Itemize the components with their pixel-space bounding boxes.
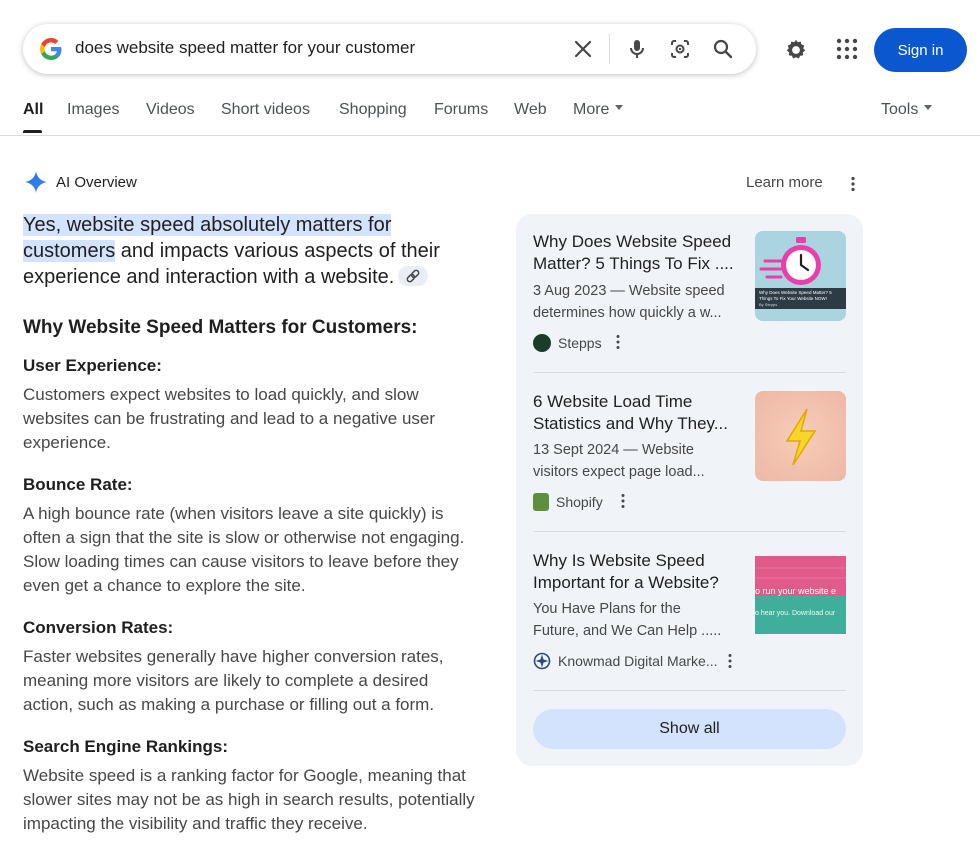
- snippet-line: 3 Aug 2023 — Website speed: [533, 283, 725, 299]
- section-heading: Why Website Speed Matters for Customers:: [23, 317, 418, 338]
- tab-images[interactable]: Images: [67, 101, 119, 119]
- microphone-icon[interactable]: [625, 37, 649, 61]
- ai-overview-title: AI Overview: [56, 174, 137, 191]
- tab-shopping[interactable]: Shopping: [339, 101, 407, 119]
- settings-gear-icon[interactable]: [783, 37, 809, 63]
- tab-web[interactable]: Web: [514, 101, 547, 119]
- search-box[interactable]: does website speed matter for your custo…: [23, 24, 756, 74]
- shopify-bag-icon: [533, 493, 549, 511]
- thumbnail-brand: By Stepps: [759, 302, 778, 307]
- more-options-icon[interactable]: [845, 176, 861, 192]
- tab-short-videos[interactable]: Short videos: [221, 101, 310, 119]
- point-title: Conversion Rates:: [23, 618, 174, 637]
- card-divider: [533, 372, 846, 373]
- card-divider: [533, 531, 846, 532]
- source-site-name: Stepps: [558, 335, 602, 351]
- source-site-row[interactable]: Stepps: [533, 333, 602, 353]
- tabs-divider: [0, 135, 980, 136]
- search-icon[interactable]: [711, 37, 735, 61]
- learn-more-link[interactable]: Learn more: [746, 174, 823, 191]
- source-snippet: 3 Aug 2023 — Website speed determines ho…: [533, 280, 743, 324]
- source-options-icon[interactable]: [615, 493, 631, 509]
- source-title-link[interactable]: 6 Website Load Time Statistics and Why T…: [533, 391, 743, 435]
- thumbnail-text: o hear you. Download our: [755, 610, 836, 617]
- snippet-line: visitors expect page load...: [533, 464, 705, 480]
- source-site-name: Shopify: [556, 494, 603, 510]
- link-icon: [406, 269, 420, 283]
- active-tab-indicator: [23, 130, 42, 133]
- clear-icon[interactable]: [571, 37, 595, 61]
- search-divider: [609, 34, 610, 64]
- snippet-line: 13 Sept 2024 — Website: [533, 442, 694, 458]
- snippet-line: determines how quickly a w...: [533, 305, 722, 321]
- point-text: Faster websites generally have higher co…: [23, 647, 444, 714]
- tools-label: Tools: [881, 101, 919, 118]
- source-snippet: You Have Plans for the Future, and We Ca…: [533, 598, 743, 642]
- source-options-icon[interactable]: [722, 653, 738, 669]
- caret-down-icon: [615, 105, 624, 111]
- snippet-line: You Have Plans for the: [533, 601, 681, 617]
- thumbnail-text: o run your website e: [755, 586, 837, 596]
- point-title: Search Engine Rankings:: [23, 737, 228, 756]
- source-thumbnail[interactable]: Why Does Website Speed Matter? 5 Things …: [755, 231, 846, 321]
- show-all-button[interactable]: Show all: [533, 709, 846, 749]
- card-divider: [533, 690, 846, 691]
- source-options-icon[interactable]: [610, 334, 626, 350]
- source-site-name: Knowmad Digital Marke...: [558, 653, 718, 669]
- tab-forums[interactable]: Forums: [434, 101, 488, 119]
- tab-more[interactable]: More: [573, 101, 624, 119]
- ai-sparkle-icon: [25, 171, 47, 193]
- source-snippet: 13 Sept 2024 — Website visitors expect p…: [533, 439, 743, 483]
- source-thumbnail[interactable]: o run your website e o hear you. Downloa…: [755, 556, 846, 634]
- source-thumbnail[interactable]: [755, 391, 846, 481]
- source-title-link[interactable]: Why Does Website Speed Matter? 5 Things …: [533, 231, 743, 275]
- search-input[interactable]: does website speed matter for your custo…: [75, 38, 415, 58]
- apps-grid-icon[interactable]: [835, 37, 859, 61]
- tab-more-label: More: [573, 101, 610, 118]
- source-title-link[interactable]: Why Is Website Speed Important for a Web…: [533, 550, 743, 594]
- knowmad-compass-icon: [533, 652, 551, 670]
- point-title: User Experience:: [23, 356, 162, 375]
- source-site-row[interactable]: Shopify: [533, 492, 603, 512]
- thumbnail-caption: Why Does Website Speed Matter? 5 Things …: [759, 290, 832, 301]
- tab-all[interactable]: All: [23, 101, 43, 119]
- tools-button[interactable]: Tools: [881, 101, 933, 119]
- point-text: Customers expect websites to load quickl…: [23, 385, 436, 452]
- google-logo-icon: [40, 37, 62, 60]
- caret-down-icon: [924, 105, 933, 111]
- stepps-favicon-icon: [533, 334, 551, 352]
- lightning-bolt-image-icon: [755, 391, 846, 481]
- link-chip[interactable]: [398, 265, 429, 286]
- stopwatch-image-icon: [755, 231, 846, 321]
- tab-videos[interactable]: Videos: [146, 101, 195, 119]
- source-site-row[interactable]: Knowmad Digital Marke...: [533, 651, 718, 671]
- sign-in-button[interactable]: Sign in: [874, 28, 967, 72]
- ai-overview-intro: Yes, website speed absolutely matters fo…: [23, 212, 473, 290]
- point-text: Website speed is a ranking factor for Go…: [23, 766, 475, 833]
- snippet-line: Future, and We Can Help .....: [533, 623, 722, 639]
- point-title: Bounce Rate:: [23, 475, 133, 494]
- lens-camera-icon[interactable]: [668, 37, 692, 61]
- point-text: A high bounce rate (when visitors leave …: [23, 504, 465, 595]
